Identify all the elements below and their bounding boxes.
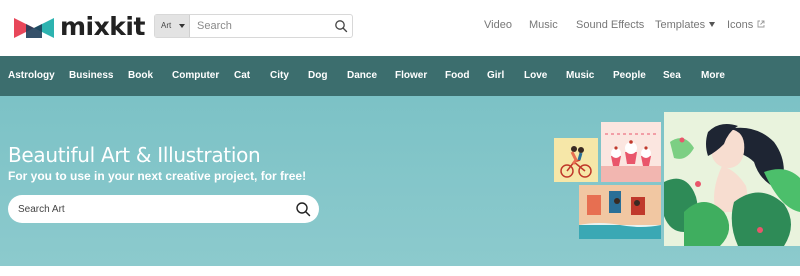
category-more[interactable]: More xyxy=(701,70,725,81)
category-girl[interactable]: Girl xyxy=(487,70,504,81)
nav-templates[interactable]: Templates xyxy=(655,19,716,31)
category-food[interactable]: Food xyxy=(445,70,469,81)
logo-mark-icon xyxy=(14,18,54,38)
logo-text: mixkit xyxy=(60,12,145,41)
category-flower[interactable]: Flower xyxy=(395,70,427,81)
category-city[interactable]: City xyxy=(270,70,289,81)
search-icon[interactable] xyxy=(295,201,311,217)
art-featured-girl-leaves[interactable] xyxy=(664,112,800,246)
nav-templates-label: Templates xyxy=(655,19,706,31)
category-book[interactable]: Book xyxy=(128,70,153,81)
category-sea[interactable]: Sea xyxy=(663,70,681,81)
page-divider xyxy=(0,266,800,276)
hero-title: Beautiful Art & Illustration xyxy=(8,143,261,167)
category-love[interactable]: Love xyxy=(524,70,547,81)
category-people[interactable]: People xyxy=(613,70,646,81)
category-dog[interactable]: Dog xyxy=(308,70,327,81)
search-input[interactable] xyxy=(191,15,331,37)
art-thumbnail-cupcakes[interactable] xyxy=(601,122,661,182)
mixkit-logo[interactable]: mixkit xyxy=(14,13,145,41)
nav-video[interactable]: Video xyxy=(484,19,512,31)
category-computer[interactable]: Computer xyxy=(172,70,219,81)
caret-down-icon xyxy=(709,21,716,27)
category-music[interactable]: Music xyxy=(566,70,594,81)
header-search: Art xyxy=(154,14,353,38)
hero-search xyxy=(8,195,319,223)
art-thumbnail-cyclists[interactable] xyxy=(554,138,598,182)
search-icon[interactable] xyxy=(334,19,348,33)
nav-music[interactable]: Music xyxy=(529,19,558,31)
search-category-select[interactable]: Art xyxy=(155,15,190,37)
external-link-icon xyxy=(757,20,765,28)
category-dance[interactable]: Dance xyxy=(347,70,377,81)
nav-icons[interactable]: Icons xyxy=(727,19,765,31)
site-header: mixkit Art Video Music Sound Effects Tem… xyxy=(0,0,800,56)
category-bar: Astrology Business Book Computer Cat Cit… xyxy=(0,56,800,96)
search-category-value: Art xyxy=(161,21,172,30)
nav-sound-effects[interactable]: Sound Effects xyxy=(576,19,644,31)
hero-search-input[interactable] xyxy=(18,195,278,223)
hero-banner: Beautiful Art & Illustration For you to … xyxy=(0,96,800,266)
art-thumbnail-beach[interactable] xyxy=(579,185,661,239)
category-astrology[interactable]: Astrology xyxy=(8,70,55,81)
category-business[interactable]: Business xyxy=(69,70,113,81)
hero-subtitle: For you to use in your next creative pro… xyxy=(8,169,307,183)
category-cat[interactable]: Cat xyxy=(234,70,250,81)
nav-icons-label: Icons xyxy=(727,19,754,31)
caret-down-icon xyxy=(179,24,185,28)
